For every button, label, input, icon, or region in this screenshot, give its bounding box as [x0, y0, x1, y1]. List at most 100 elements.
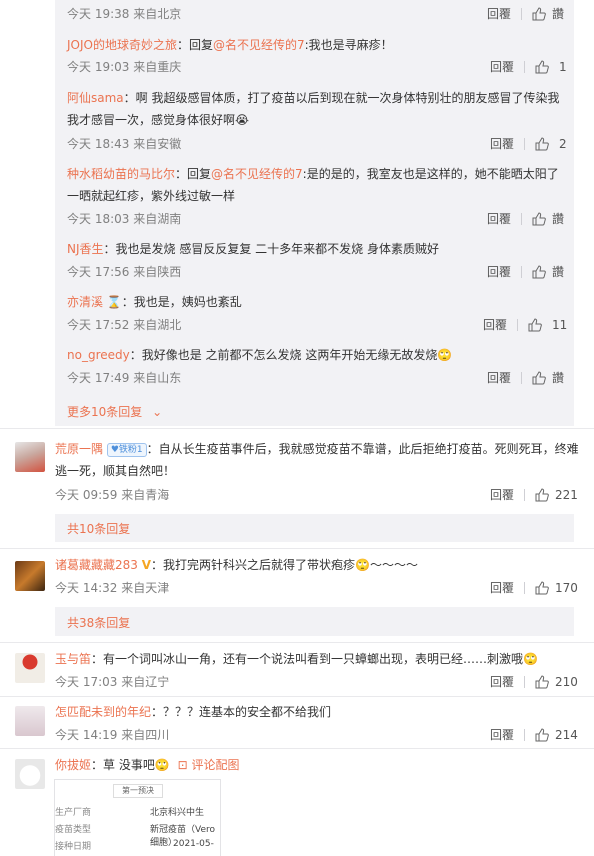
- reply-button[interactable]: 回覆: [483, 316, 507, 333]
- thumbs-up-icon[interactable]: [535, 487, 549, 502]
- thumbs-up-icon[interactable]: [532, 264, 546, 279]
- username-link[interactable]: no_greedy: [67, 348, 130, 362]
- username-link[interactable]: JOJO的地球奇妙之旅: [67, 38, 177, 52]
- reply-item: 阿仙sama：啊 我超级感冒体质，打了疫苗以后到现在就一次身体特别壮的朋友感冒了…: [67, 87, 559, 109]
- avatar[interactable]: [15, 759, 45, 789]
- username-link[interactable]: 亦清溪: [67, 295, 103, 309]
- reply-meta: 今天 19:38 来自北京: [67, 7, 182, 21]
- reply-text: :是的是的，我室友也是这样的，她不能晒太阳了: [302, 167, 559, 181]
- reply-button[interactable]: 回覆: [490, 726, 514, 743]
- divider: [521, 371, 523, 384]
- divider: [517, 318, 519, 331]
- image-row-label: 生产厂商: [55, 808, 92, 818]
- like-count: 170: [555, 580, 578, 595]
- avatar[interactable]: [15, 653, 45, 683]
- divider: [524, 137, 526, 150]
- reply-item: 种水稻幼苗的马比尔：回复@名不见经传的7:是的是的，我室友也是这样的，她不能晒太…: [67, 163, 559, 185]
- username-link[interactable]: 荒原一隅: [55, 442, 103, 456]
- reply-button[interactable]: 回覆: [490, 673, 514, 690]
- image-row-value: 2021-05-: [173, 839, 214, 849]
- thumbs-up-icon[interactable]: [535, 136, 549, 151]
- like-count: 讚: [552, 371, 565, 385]
- sub-replies-bar[interactable]: 共38条回复: [55, 607, 574, 636]
- username-link[interactable]: 你拔姬: [55, 758, 91, 772]
- reply-button[interactable]: 回覆: [487, 210, 511, 227]
- thumbs-up-icon[interactable]: [535, 674, 549, 689]
- thumbs-up-icon[interactable]: [532, 370, 546, 385]
- sub-replies-label: 共38条回复: [67, 616, 131, 630]
- mention-link[interactable]: @名不见经传的7: [211, 167, 303, 181]
- avatar[interactable]: [15, 706, 45, 736]
- more-replies-label: 更多10条回复: [67, 405, 143, 419]
- image-row-value: 北京科兴中生: [150, 808, 205, 818]
- reply-actions: 回覆 讚: [487, 210, 564, 227]
- reply-button[interactable]: 回覆: [490, 486, 514, 503]
- like-count: 11: [552, 317, 568, 332]
- comment-item: 怎匹配未到的年纪：？？？连基本的安全都不给我们: [55, 701, 331, 723]
- reply-actions: 回覆 11: [483, 316, 567, 333]
- reply-button[interactable]: 回覆: [490, 579, 514, 596]
- divider: [524, 675, 526, 688]
- like-count: 讚: [552, 7, 565, 21]
- username-link[interactable]: 玉与笛: [55, 652, 91, 666]
- reply-text: ：我也是发烧 感冒反反复复 二十多年来都不发烧 身体素质贼好: [103, 242, 439, 256]
- comment-image-link[interactable]: 评论配图: [192, 758, 240, 772]
- username-link[interactable]: NJ香生: [67, 242, 104, 256]
- reply-button[interactable]: 回覆: [487, 5, 511, 22]
- reply-text: ：我好像也是 之前都不怎么发烧 这两年开始无缘无故发烧🙄: [129, 348, 453, 362]
- thumbs-up-icon[interactable]: [535, 580, 549, 595]
- image-tab: 第一预决: [113, 784, 163, 798]
- reply-actions: 回覆 讚: [487, 263, 564, 280]
- thumbs-up-icon[interactable]: [532, 6, 546, 21]
- thumbs-up-icon[interactable]: [532, 211, 546, 226]
- reply-text: ：啊 我超级感冒体质，打了疫苗以后到现在就一次身体特别壮的朋友感冒了传染我: [123, 91, 560, 105]
- like-count: 221: [555, 487, 578, 502]
- comment-item: 玉与笛：有一个词叫冰山一角，还有一个说法叫看到一只蟑螂出现，表明已经……刺激哦🙄: [55, 648, 538, 670]
- divider: [0, 696, 594, 697]
- reply-button[interactable]: 回覆: [487, 263, 511, 280]
- reply-item: no_greedy：我好像也是 之前都不怎么发烧 这两年开始无缘无故发烧🙄: [67, 344, 452, 366]
- reply-meta: 今天 17:49 来自山东: [67, 371, 182, 385]
- divider: [0, 428, 594, 429]
- comment-actions: 回覆 214: [490, 726, 578, 743]
- comment-text-cont: 逃一死，顺其自然吧！: [55, 464, 176, 478]
- username-link[interactable]: 种水稻幼苗的马比尔: [67, 167, 175, 181]
- reply-item: 亦清溪 ⌛：我也是，姨妈也紊乱: [67, 291, 242, 313]
- like-count: 210: [555, 674, 578, 689]
- reply-button[interactable]: 回覆: [490, 58, 514, 75]
- thumbs-up-icon[interactable]: [535, 59, 549, 74]
- comment-meta: 今天 17:03 来自辽宁: [55, 675, 170, 689]
- reply-button[interactable]: 回覆: [490, 135, 514, 152]
- comment-image[interactable]: 第一预决 生产厂商 北京科兴中生 疫苗类型 新冠疫苗（Vero细胞） 接种日期 …: [55, 780, 220, 856]
- like-count: 2: [559, 136, 567, 151]
- more-replies-link[interactable]: 更多10条回复 ⌄: [67, 403, 162, 420]
- like-count: 214: [555, 727, 578, 742]
- sub-replies-label: 共10条回复: [67, 522, 131, 536]
- reply-text: :我也是寻麻疹！: [304, 38, 393, 52]
- divider: [524, 728, 526, 741]
- reply-button[interactable]: 回覆: [487, 369, 511, 386]
- fan-badge: ♥铁粉1: [106, 442, 147, 457]
- comment-actions: 回覆 210: [490, 673, 578, 690]
- mention-link[interactable]: @名不见经传的7: [213, 38, 305, 52]
- username-link[interactable]: 怎匹配未到的年纪: [55, 705, 151, 719]
- reply-text-cont: 我才感冒一次，感觉身体很好啊😭: [67, 113, 250, 127]
- comment-meta: 今天 14:32 来自天津: [55, 581, 170, 595]
- hourglass-icon: ⌛: [106, 295, 122, 309]
- thumbs-up-icon[interactable]: [528, 317, 542, 332]
- sub-replies-bar[interactable]: 共10条回复: [55, 514, 574, 542]
- reply-item: NJ香生：我也是发烧 感冒反反复复 二十多年来都不发烧 身体素质贼好: [67, 238, 439, 260]
- reply-actions: 回覆 2: [490, 135, 567, 152]
- avatar[interactable]: [15, 561, 45, 591]
- comment-text: ：有一个词叫冰山一角，还有一个说法叫看到一只蟑螂出现，表明已经……刺激哦🙄: [91, 652, 538, 666]
- username-link[interactable]: 阿仙sama: [67, 91, 124, 105]
- heart-icon: ♥: [110, 444, 119, 455]
- comment-actions: 回覆 170: [490, 579, 578, 596]
- avatar[interactable]: [15, 442, 45, 472]
- reply-actions: 回覆 讚: [487, 369, 564, 386]
- divider: [0, 642, 594, 643]
- thumbs-up-icon[interactable]: [535, 727, 549, 742]
- comment-meta: 今天 09:59 来自青海: [55, 488, 170, 502]
- username-link[interactable]: 诸葛藏藏藏283: [55, 558, 138, 572]
- vip-icon: V: [141, 558, 152, 572]
